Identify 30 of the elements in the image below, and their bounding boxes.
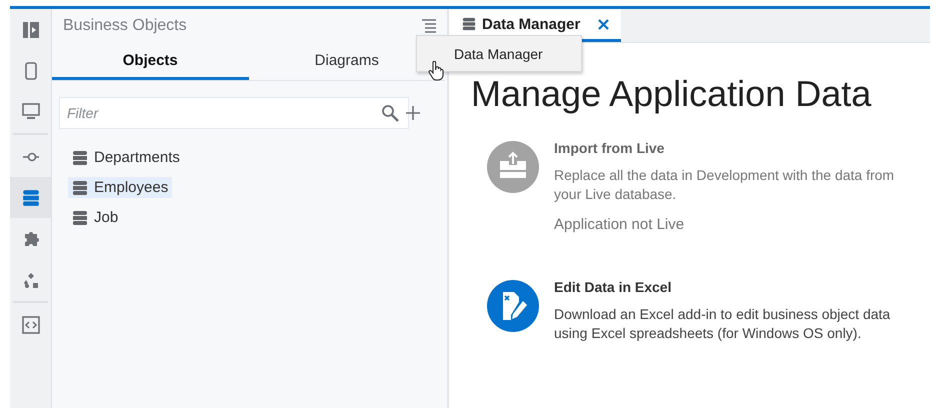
hand-cursor-icon	[428, 61, 444, 81]
database-icon	[22, 188, 40, 206]
rail-item[interactable]	[10, 177, 51, 218]
upload-icon	[486, 140, 540, 194]
menu-icon[interactable]	[421, 19, 437, 33]
close-icon[interactable]	[598, 18, 610, 30]
page-heading: Manage Application Data	[471, 73, 872, 115]
card-title: Import from Live	[554, 140, 666, 156]
process-icon[interactable]	[22, 150, 40, 162]
hierarchy-icon[interactable]	[22, 272, 38, 288]
business-object-item[interactable]: Departments	[68, 147, 184, 168]
database-icon	[72, 210, 88, 226]
code-icon[interactable]	[22, 316, 40, 334]
filter-field[interactable]: Filter	[59, 97, 409, 129]
database-icon	[72, 180, 88, 196]
panel-tab[interactable]: Objects	[52, 43, 248, 80]
card-description: Replace all the data in Development with the data from your Live database.	[554, 166, 896, 204]
collapse-panel-icon[interactable]	[22, 20, 40, 38]
excel-edit-icon	[486, 279, 540, 333]
status-text: Application not Live	[554, 216, 686, 233]
database-icon	[462, 17, 476, 31]
menu-item[interactable]: Data Manager	[454, 46, 581, 62]
card-description: Download an Excel add-in to edit business object data using Excel spreadsheets (for Windows OS only).	[554, 305, 892, 343]
business-object-item[interactable]: Job	[68, 207, 122, 228]
monitor-icon[interactable]	[22, 103, 40, 120]
card-title: Edit Data in Excel	[554, 279, 672, 295]
database-icon	[72, 150, 88, 166]
phone-icon[interactable]	[24, 62, 36, 80]
business-object-item[interactable]: Employees	[68, 177, 172, 198]
panel-title: Business Objects	[63, 17, 187, 35]
